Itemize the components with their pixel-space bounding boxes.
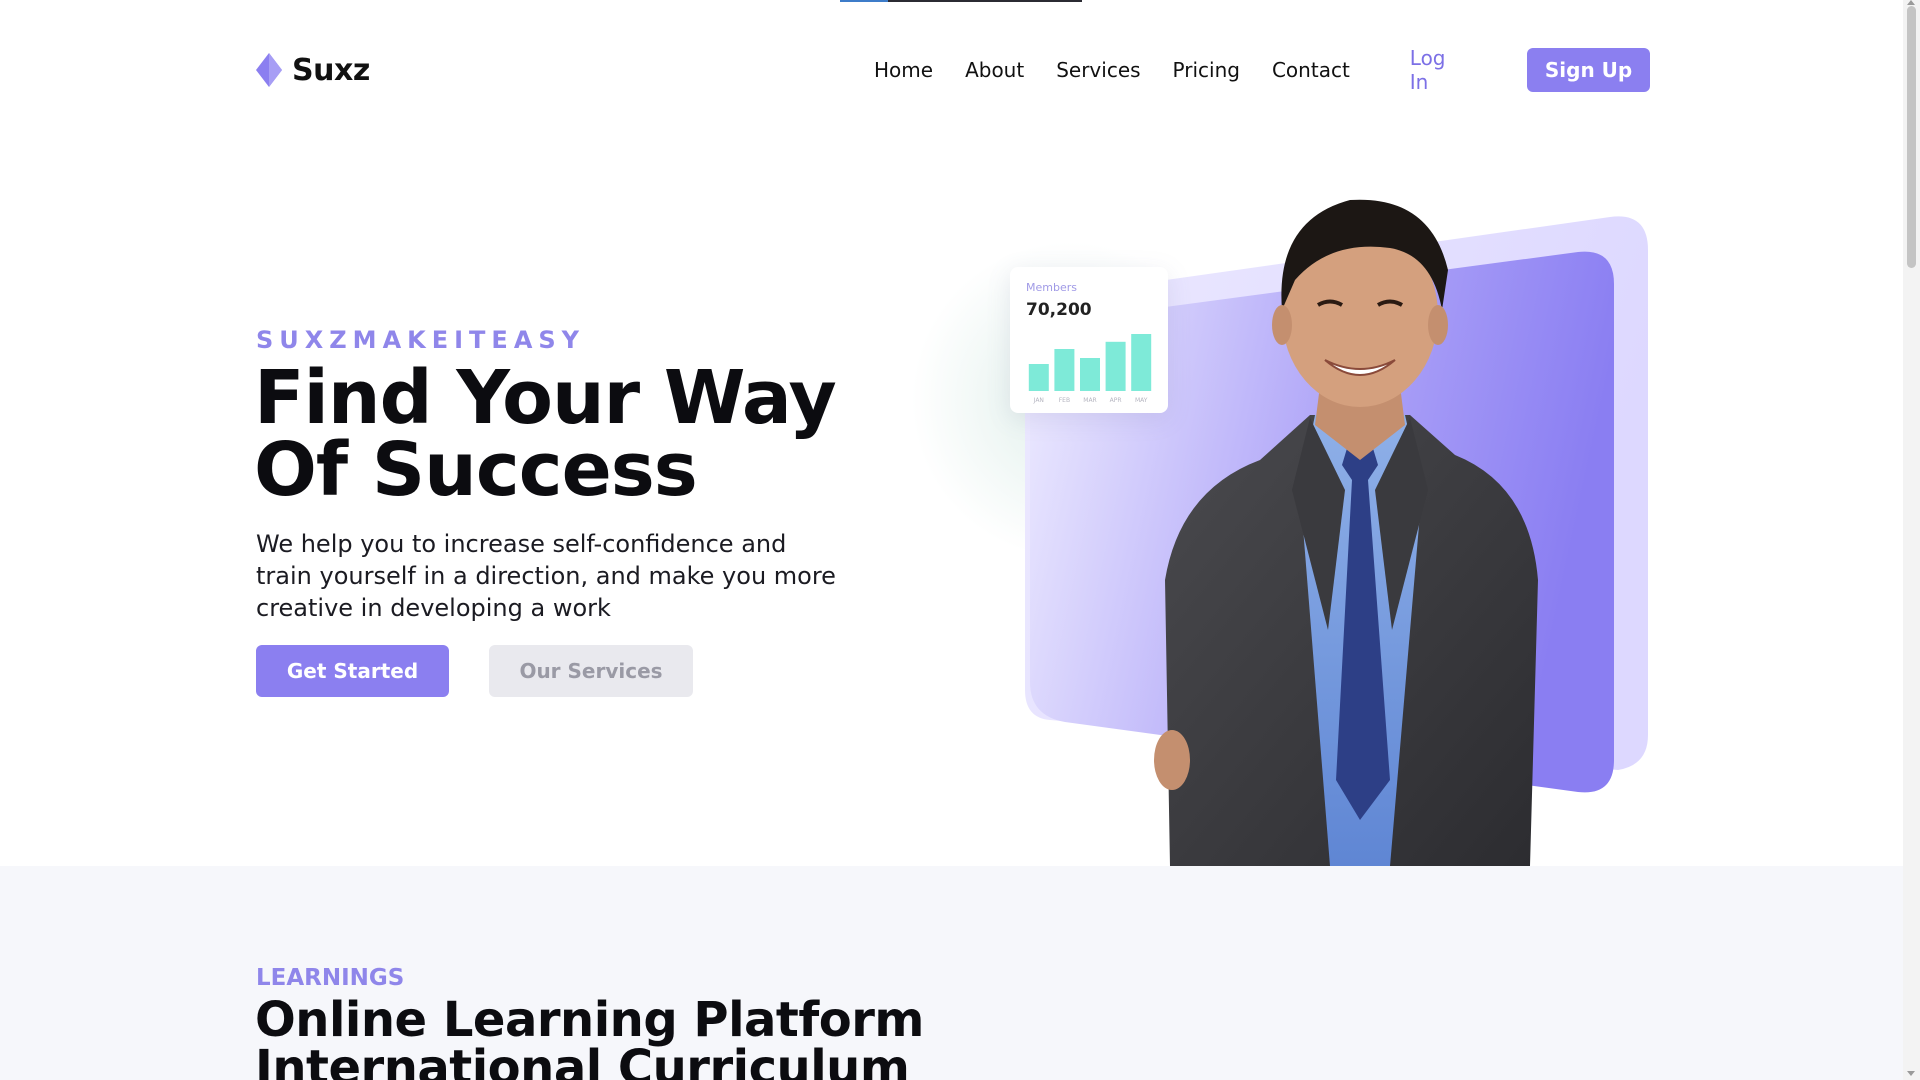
members-bar-apr [1105,341,1126,391]
page-scrollbar[interactable] [1903,0,1920,1080]
members-bar-chart: JAN FEB MAR APR MAY [1028,334,1152,404]
month-label-may: MAY [1135,397,1148,404]
hero-eyebrow: SUXZMAKEITEASY [256,326,586,354]
members-bar-may [1131,334,1152,391]
nav-about[interactable]: About [965,58,1024,82]
brand-logo[interactable]: Suxz [256,48,370,92]
stats-label: Members [1026,281,1077,294]
stats-value: 70,200 [1026,300,1092,320]
month-label-feb: FEB [1059,397,1070,404]
month-label-mar: MAR [1083,397,1096,404]
hero-title-line-2: Of Success [254,427,698,513]
login-link[interactable]: Log In [1410,46,1467,94]
hero-subtitle: We help you to increase self-confidence … [256,530,836,622]
nav-pricing[interactable]: Pricing [1173,58,1240,82]
learnings-eyebrow: LEARNINGS [256,965,405,991]
site-header: Suxz Home About Services Pricing Contact… [256,46,1650,94]
hero-illustration: Members 70,200 JAN FEB MAR APR MAY [910,160,1660,866]
nav-services[interactable]: Services [1056,58,1140,82]
nav-contact[interactable]: Contact [1272,58,1350,82]
hero-title: Find Your Way Of Success [254,355,837,513]
our-services-button[interactable]: Our Services [489,645,693,697]
page-load-progress [840,0,1082,2]
signup-button[interactable]: Sign Up [1527,48,1650,92]
learnings-title-line-2: International Curriculum [255,1040,910,1080]
members-bar-jan [1028,364,1049,391]
month-label-apr: APR [1110,397,1122,404]
main-nav: Home About Services Pricing Contact Log … [874,46,1650,94]
learnings-title-line-1: Online Learning Platform [255,992,924,1048]
members-bar-feb [1054,349,1075,391]
brand-name: Suxz [292,52,370,88]
scroll-down-arrow-icon[interactable] [1907,1071,1915,1076]
nav-home[interactable]: Home [874,58,933,82]
learnings-title: Online Learning Platform International C… [255,996,924,1080]
hero-title-line-1: Find Your Way [254,355,837,441]
scroll-up-arrow-icon[interactable] [1907,0,1915,5]
businessman-photo [1154,199,1538,866]
diamond-logo-icon [256,53,282,87]
scrollbar-thumb[interactable] [1907,6,1916,268]
get-started-button[interactable]: Get Started [256,645,449,697]
month-label-jan: JAN [1033,397,1044,404]
members-stats-card: Members 70,200 JAN FEB MAR APR MAY [1010,267,1168,413]
members-bar-mar [1080,358,1100,391]
